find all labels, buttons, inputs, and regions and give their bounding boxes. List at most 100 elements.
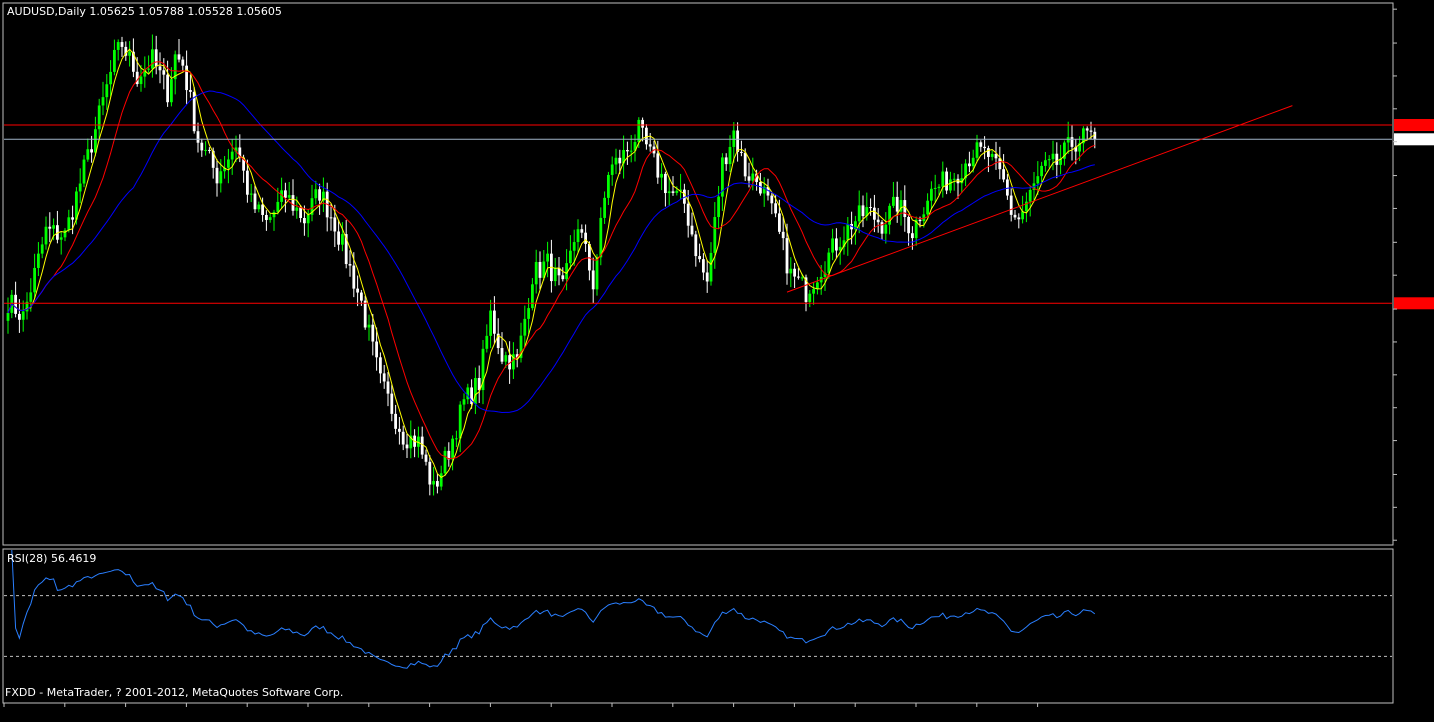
candle-body [979,142,983,147]
candle-body [1021,211,1024,220]
candle-body [561,275,565,280]
level-price-tag [1394,297,1434,310]
candle-body [189,90,192,92]
candle-body [455,438,458,440]
candle-body [531,284,534,309]
candle-body [246,170,249,195]
candle-body [895,196,899,212]
candle-body [610,164,614,175]
candle-body [911,233,914,239]
candle-body [1013,214,1017,218]
candle-body [1009,195,1013,215]
candle-body [432,481,435,485]
candle-body [1085,128,1089,131]
candle-body [196,131,200,143]
candle-body [591,270,595,290]
candle-body [379,357,382,374]
candle-body [363,300,367,328]
candle-body [436,481,439,487]
candle-body [614,157,618,165]
candle-body [371,324,375,342]
candle-body [428,461,432,485]
candle-body [835,238,838,251]
candle-body [705,272,709,282]
candle-body [261,204,264,215]
candle-body [736,130,739,152]
candle-body [71,217,74,220]
candle-body [827,252,831,273]
candle-body [983,146,986,149]
candle-body [120,42,124,47]
candle-body [656,153,660,178]
candle-body [918,219,922,222]
candle-body [177,54,181,60]
price-chart[interactable]: AUDUSD,Daily 1.05625 1.05788 1.05528 1.0… [0,0,1434,718]
candle-body [303,217,306,224]
candle-body [884,224,888,234]
candle-body [671,191,675,193]
candle-body [101,97,105,106]
candle-body [401,431,405,445]
candle-body [690,225,694,235]
rsi-plot-area [4,549,1392,669]
candle-body [474,378,477,405]
candle-body [306,214,310,224]
candle-body [151,49,154,69]
candle-body [1051,153,1055,160]
candle-body [253,193,257,210]
candle-body [747,176,751,181]
candle-body [348,264,352,266]
candle-body [778,213,781,232]
candle-body [37,253,40,268]
candle-body [215,167,219,184]
candle-body [987,148,990,157]
candle-body [869,207,872,209]
candle-body [781,231,785,239]
candle-body [154,49,158,67]
candle-body [230,151,234,160]
candle-body [1055,153,1059,165]
candle-body [1036,176,1040,184]
candle-body [318,189,321,201]
candle-body [257,204,261,210]
candle-body [139,76,143,85]
candle-body [861,205,865,217]
candle-body [800,277,804,279]
candle-body [128,51,131,56]
candle-body [808,293,812,303]
candle-body [975,142,979,158]
level-price-tag [1394,118,1434,131]
candle-body [314,189,318,199]
candle-body [538,261,542,278]
candle-body [686,203,690,226]
candle-body [968,163,971,167]
candle-body [892,196,895,206]
candle-body [29,292,33,302]
candle-body [18,313,21,320]
candle-body [394,413,397,429]
candle-body [1047,159,1051,161]
axes [3,8,1434,707]
candle-body [299,207,302,218]
candle-body [660,173,663,178]
candle-body [295,207,299,211]
candle-body [356,288,359,293]
candle-body [1044,160,1047,166]
candle-body [462,399,466,405]
candle-body [219,171,223,184]
candle-body [375,341,378,358]
candle-body [59,237,63,240]
candle-body [1017,217,1021,220]
candle-body [276,201,280,212]
candle-body [200,142,204,151]
candle-body [500,348,504,362]
rsi-title: RSI(28) 56.4619 [7,552,96,565]
current-price-tag [1394,133,1434,146]
candle-body [443,450,447,474]
candle-body [40,244,44,254]
candle-body [367,324,371,328]
candle-body [337,231,340,245]
candle-body [667,191,671,194]
candle-body [572,242,576,251]
candle-body [641,119,644,128]
